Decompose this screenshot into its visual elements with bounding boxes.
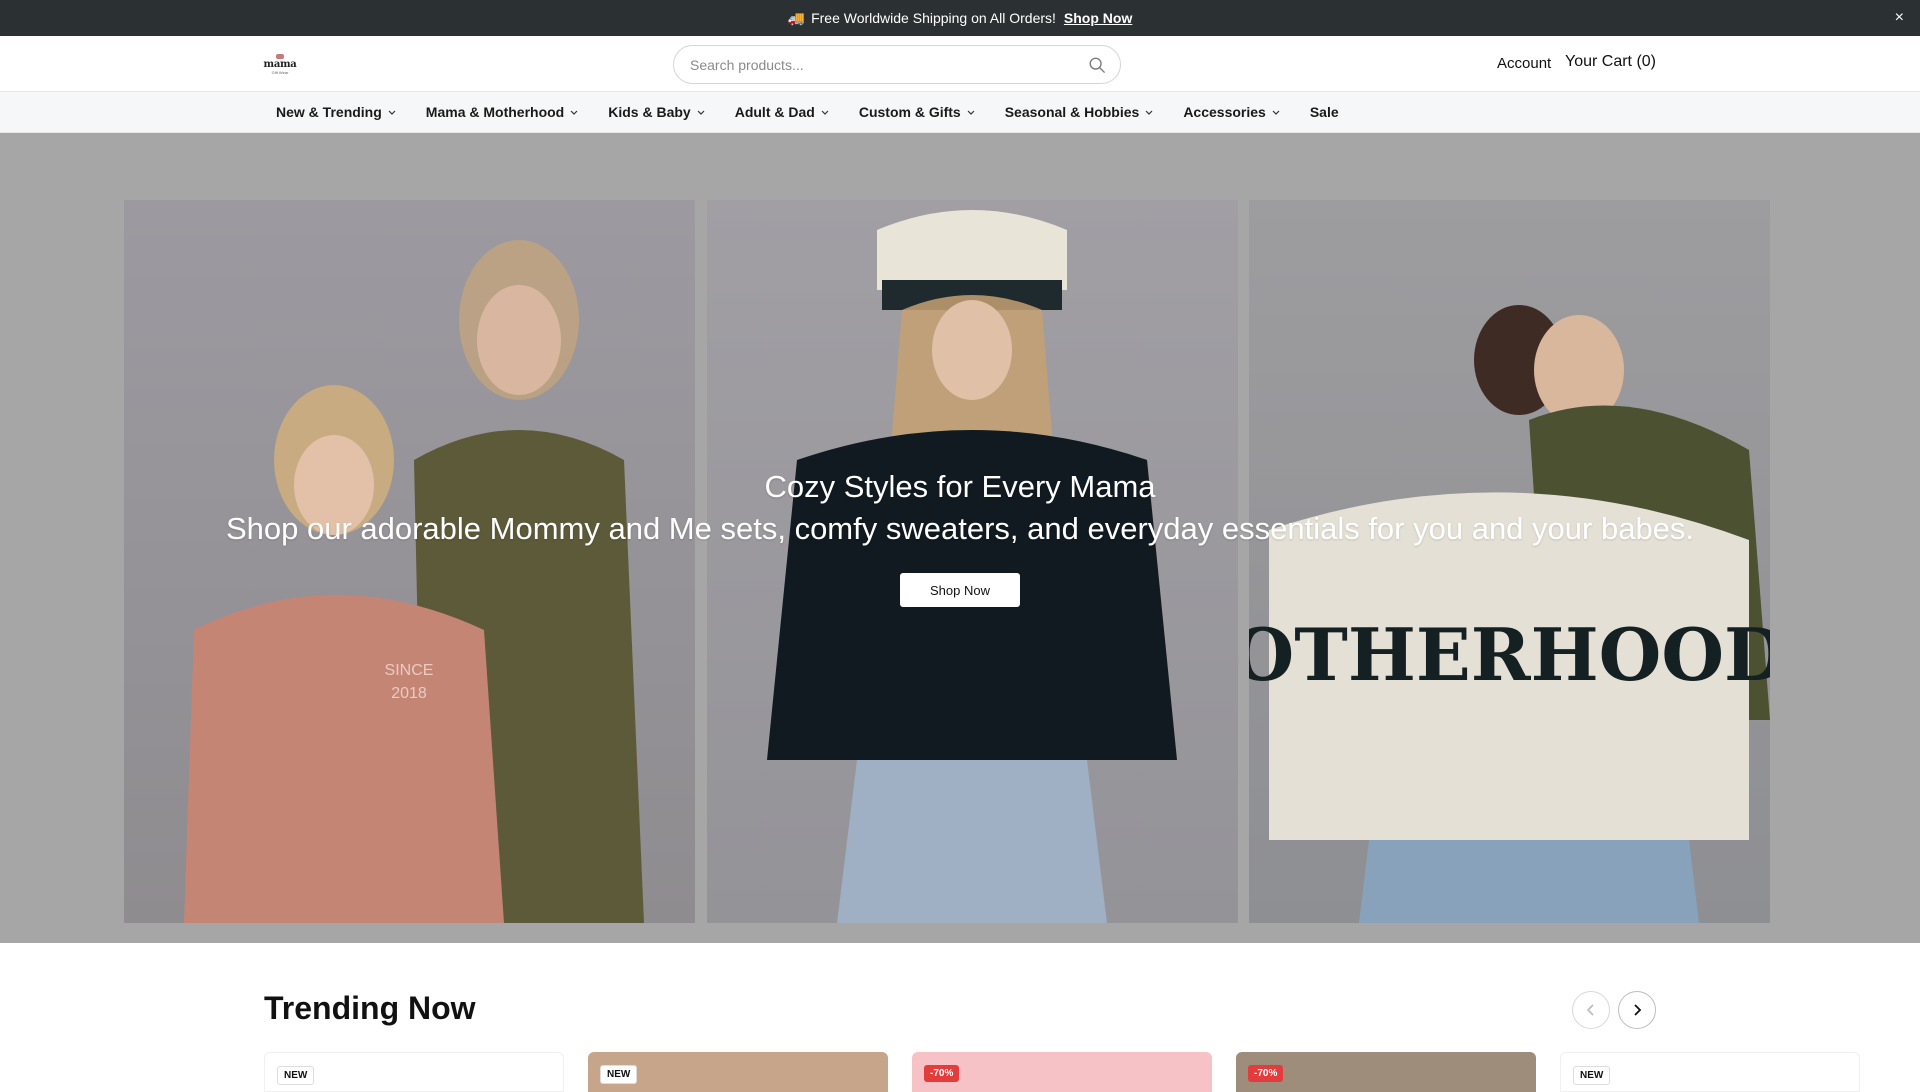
svg-text:SINCE: SINCE <box>385 662 434 679</box>
product-card[interactable]: -70% <box>1236 1052 1536 1092</box>
chevron-down-icon <box>570 110 578 115</box>
sale-badge: -70% <box>1248 1065 1284 1082</box>
nav-item-custom-gifts[interactable]: Custom & Gifts <box>859 104 975 120</box>
chevron-down-icon <box>697 110 705 115</box>
nav-item-label: New & Trending <box>276 104 382 120</box>
bow-icon <box>276 53 284 59</box>
new-badge: NEW <box>277 1066 315 1085</box>
chevron-down-icon <box>821 110 829 115</box>
carousel-prev-button[interactable] <box>1572 991 1610 1029</box>
nav-item-label: Mama & Motherhood <box>425 104 565 120</box>
hero-subtitle: Shop our adorable Mommy and Me sets, com… <box>225 511 1695 546</box>
chevron-down-icon <box>388 110 396 115</box>
product-card[interactable]: NEW <box>588 1052 888 1092</box>
site-header: mama Gift Wear Account Your Cart (0) <box>0 36 1920 92</box>
sale-badge: -70% <box>924 1065 960 1082</box>
search-bar <box>673 45 1121 84</box>
nav-item-accessories[interactable]: Accessories <box>1183 104 1280 120</box>
search-icon[interactable] <box>1088 56 1106 74</box>
nav-item-label: Seasonal & Hobbies <box>1004 104 1140 120</box>
chevron-down-icon <box>1145 110 1153 115</box>
hero-title: Cozy Styles for Every Mama <box>764 469 1156 504</box>
nav-item-label: Adult & Dad <box>734 104 815 120</box>
main-nav: New & Trending Mama & Motherhood Kids & Ba… <box>0 92 1920 133</box>
new-badge: NEW <box>1573 1066 1611 1085</box>
hero-image-motherhood-hoodie <box>707 200 1238 923</box>
search-input[interactable] <box>690 56 1088 73</box>
hero-shop-now-button[interactable]: Shop Now <box>900 573 1020 607</box>
nav-item-adult-dad[interactable]: Adult & Dad <box>735 104 829 120</box>
nav-item-new-trending[interactable]: New & Trending <box>276 104 396 120</box>
hero-image-mother-son: OTHERHOOD <box>1249 200 1770 923</box>
nav-item-mama-motherhood[interactable]: Mama & Motherhood <box>426 104 578 120</box>
product-card[interactable]: NEW <box>264 1052 564 1092</box>
hero-image-mother-daughter: SINCE 2018 <box>124 200 695 923</box>
announcement-text: Free Worldwide Shipping on All Orders! <box>811 10 1056 26</box>
hero-copy: Cozy Styles for Every Mama Shop our ador… <box>0 468 1920 550</box>
chevron-down-icon <box>1272 110 1280 115</box>
svg-text:OTHERHOOD: OTHERHOOD <box>1249 612 1770 697</box>
logo-wordmark: mama <box>263 58 297 70</box>
nav-item-label: Accessories <box>1183 104 1266 120</box>
product-card[interactable]: NEW <box>1560 1052 1860 1092</box>
new-badge: NEW <box>600 1065 638 1084</box>
nav-item-sale[interactable]: Sale <box>1310 104 1339 120</box>
nav-item-kids-baby[interactable]: Kids & Baby <box>608 104 705 120</box>
hero-banner: SINCE 2018 OTHERHOOD Cozy Styles for Eve… <box>0 133 1920 943</box>
cart-link[interactable]: Your Cart (0) <box>1565 53 1656 71</box>
nav-item-label: Kids & Baby <box>608 104 691 120</box>
svg-text:2018: 2018 <box>391 685 427 702</box>
announcement-bar: 🚚 Free Worldwide Shipping on All Orders!… <box>0 0 1920 36</box>
chevron-right-icon <box>1634 1004 1642 1016</box>
nav-item-seasonal-hobbies[interactable]: Seasonal & Hobbies <box>1005 104 1154 120</box>
chevron-down-icon <box>967 110 975 115</box>
announcement-shop-now-link[interactable]: Shop Now <box>1064 10 1132 26</box>
account-link[interactable]: Account <box>1497 55 1551 72</box>
close-icon[interactable]: × <box>1895 8 1904 28</box>
nav-item-label: Custom & Gifts <box>858 104 961 120</box>
chevron-left-icon <box>1586 1004 1594 1016</box>
nav-item-label: Sale <box>1309 104 1339 120</box>
truck-icon: 🚚 <box>787 9 806 26</box>
store-logo[interactable]: mama Gift Wear <box>263 50 297 78</box>
product-card[interactable]: -70% <box>912 1052 1212 1092</box>
carousel-next-button[interactable] <box>1618 991 1656 1029</box>
trending-title: Trending Now <box>264 990 476 1026</box>
logo-tagline: Gift Wear <box>271 69 289 75</box>
